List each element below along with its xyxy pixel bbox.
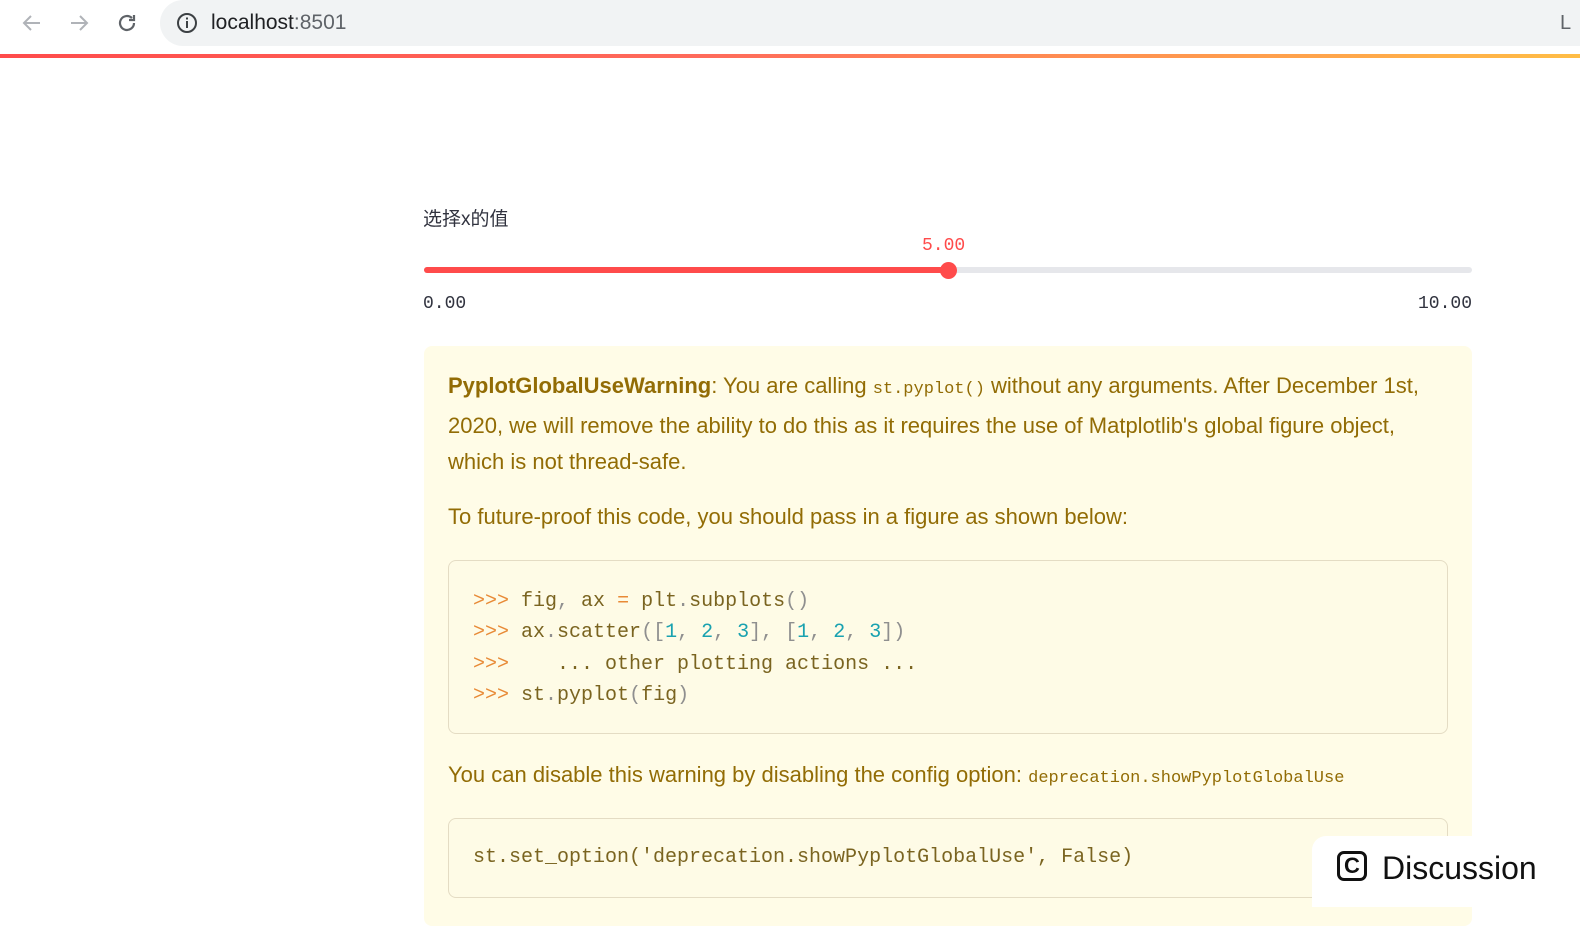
slider-value: 5.00 [922,236,966,256]
address-bar[interactable] [160,0,1580,46]
code-token: , [557,590,582,613]
reload-icon [118,14,136,32]
discussion-button[interactable]: C Discussion [1312,836,1580,907]
code-line: >>> ax.scatter([1, 2, 3], [1, 2, 3]) [473,620,905,646]
code-token: fig [521,590,558,613]
code-token: st [521,684,546,707]
warning-alert: PyplotGlobalUseWarning: You are calling … [424,346,1472,926]
code-token: 2 [833,621,846,644]
warning-text: which is not thread-safe. [448,449,687,474]
slider-fill [424,267,948,273]
reload-button[interactable] [110,6,144,40]
loading-progress-line [0,54,1580,58]
warning-text: You can disable this warning by disablin… [448,762,1029,787]
warning-text: : You are calling [711,373,873,398]
url-host: localhost [211,11,294,34]
code-token: ) [677,684,690,707]
code-token: 1 [665,621,678,644]
code-token: pyplot [557,684,630,707]
code-token: 3 [737,621,750,644]
code-token: () [785,590,810,613]
arrow-left-icon [22,15,40,31]
code-token: >>> [473,590,522,613]
code-token: ax [581,590,618,613]
slider-thumb[interactable] [940,262,957,279]
code-token: fig [641,684,678,707]
warning-text: 2020, we will remove the ability to do t… [448,413,1396,438]
code-token: >>> [473,653,522,676]
code-token: , [713,621,738,644]
code-line: >>> ... other plotting actions ... [473,652,917,678]
code-token: subplots [689,590,786,613]
info-icon[interactable] [176,12,198,34]
code-token: ], [ [749,621,798,644]
code-token: ax [521,621,546,644]
url-port: :8501 [293,11,347,34]
forward-button[interactable] [62,6,96,40]
discussion-label: Discussion [1382,850,1537,886]
warning-text: without any arguments. After December 1s… [984,373,1419,398]
code-token: , [809,621,834,644]
code-token: >>> [473,684,522,707]
code-token: 3 [869,621,882,644]
code-token: . [677,590,690,613]
code-token: plt [641,590,678,613]
code-token: = [617,590,642,613]
inline-code: st.pyplot() [872,380,985,399]
code-token: , [677,621,702,644]
discussion-icon: C [1337,851,1367,881]
code-token: >>> [473,621,522,644]
code-token: ( [629,684,642,707]
code-block-example: >>> fig, ax = plt.subplots() >>> ax.scatt… [448,560,1448,734]
warning-paragraph-3: You can disable this warning by disablin… [448,757,1438,797]
code-line: >>> fig, ax = plt.subplots() [473,589,809,615]
slider-label: 选择x的值 [423,209,509,230]
inline-code: deprecation.showPyplotGlobalUse [1028,769,1345,788]
code-block-set-option: st.set_option('deprecation.showPyplotGlo… [448,818,1448,898]
toolbar-edge-glyph: L [1560,12,1572,34]
code-token: . [545,684,558,707]
code-token: ([ [641,621,666,644]
browser-toolbar: localhost:8501 L [0,0,1580,50]
code-token: 2 [701,621,714,644]
code-token: 1 [797,621,810,644]
code-token: ]) [881,621,906,644]
code-line: >>> st.pyplot(fig) [473,683,689,709]
code-token: scatter [557,621,642,644]
url-text[interactable]: localhost:8501 [211,10,346,36]
warning-title: PyplotGlobalUseWarning [448,373,712,398]
code-token: . [545,621,558,644]
back-button[interactable] [15,6,49,40]
code-token: , [845,621,870,644]
warning-paragraph-1: PyplotGlobalUseWarning: You are calling … [448,368,1438,480]
slider-min-label: 0.00 [423,294,467,314]
code-line: st.set_option('deprecation.showPyplotGlo… [473,846,1134,869]
code-token: ... other plotting actions ... [521,653,918,676]
warning-paragraph-2: To future-proof this code, you should pa… [448,504,1128,529]
arrow-right-icon [71,15,89,31]
slider-max-label: 10.00 [1417,294,1472,314]
